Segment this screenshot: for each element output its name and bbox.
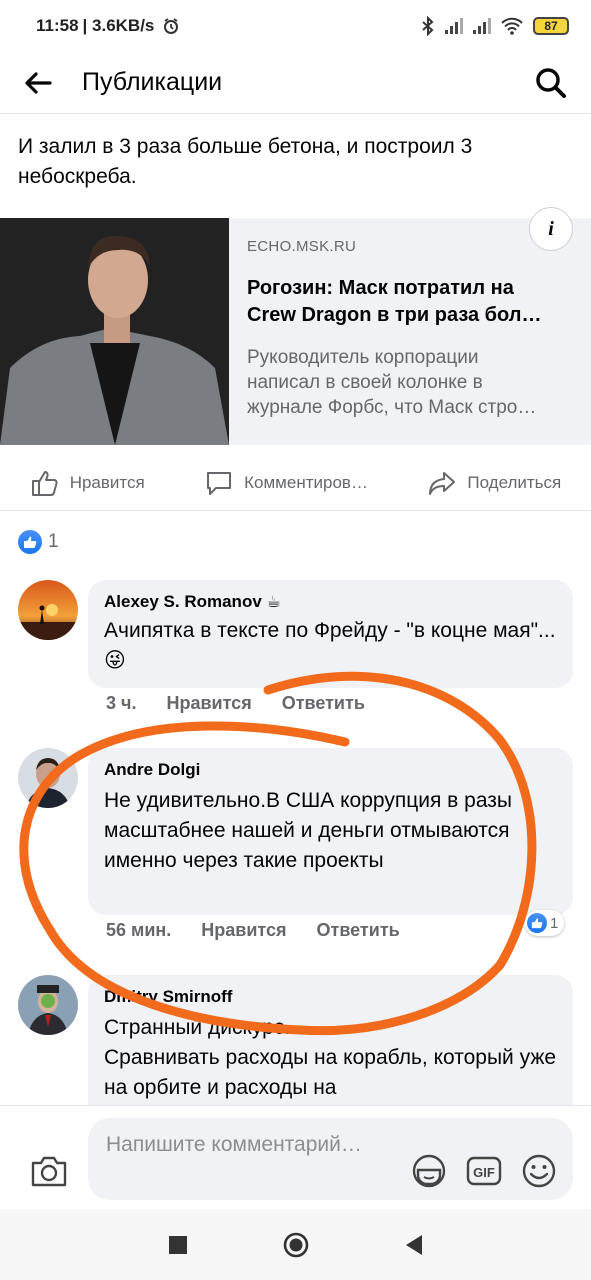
comment-item: Andre Dolgi Не удивительно.В США коррупц…: [18, 748, 573, 948]
link-domain: ECHO.MSK.RU: [247, 238, 357, 255]
like-reaction-icon: [527, 913, 547, 933]
like-button[interactable]: Нравится: [30, 468, 145, 498]
comment-meta: 3 ч. Нравится Ответить: [106, 693, 365, 714]
avatar[interactable]: [18, 748, 78, 808]
search-icon[interactable]: [535, 67, 567, 99]
like-label: Нравится: [69, 472, 145, 492]
comment-bubble[interactable]: Andre Dolgi Не удивительно.В США коррупц…: [88, 748, 573, 915]
comment-reaction-badge[interactable]: 1: [525, 910, 565, 936]
battery-icon: 87: [533, 17, 569, 35]
recents-icon[interactable]: [168, 1235, 188, 1255]
comment-item: Alexey S. Romanov ☕ Ачипятка в тексте по…: [18, 580, 573, 720]
sticker-icon[interactable]: [410, 1152, 448, 1190]
coffee-icon: ☕: [266, 594, 281, 611]
link-thumbnail: [0, 218, 229, 445]
comment-time[interactable]: 56 мин.: [106, 920, 171, 941]
info-button[interactable]: i: [529, 207, 573, 251]
comment-reply-button[interactable]: Ответить: [317, 920, 400, 941]
reaction-count: 1: [48, 531, 59, 552]
app-header: Публикации: [0, 52, 591, 114]
home-icon[interactable]: [283, 1232, 309, 1258]
comment-time[interactable]: 3 ч.: [106, 693, 136, 714]
wifi-icon: [501, 17, 523, 35]
avatar[interactable]: [18, 975, 78, 1035]
comment-composer: Напишите комментарий… GIF: [0, 1105, 591, 1209]
comment-label: Комментиров…: [244, 472, 368, 492]
emoji-icon[interactable]: [520, 1152, 558, 1190]
post-text: И залил в 3 раза больше бетона, и постро…: [18, 135, 473, 188]
link-desc-line2: написал в своей колонке в: [247, 372, 483, 393]
svg-text:GIF: GIF: [473, 1165, 495, 1180]
comment-like-button[interactable]: Нравится: [166, 693, 251, 714]
signal-icon: [445, 18, 463, 34]
back-icon[interactable]: [404, 1234, 424, 1256]
gif-icon[interactable]: GIF: [465, 1152, 503, 1190]
link-preview[interactable]: ECHO.MSK.RU Рогозин: Маск потратил на Cr…: [0, 218, 591, 445]
alarm-icon: [164, 18, 179, 34]
comment-icon: [207, 471, 232, 495]
comment-item: Dmitry Smirnoff Странный дискурс. Сравни…: [18, 975, 573, 1105]
signal-2-icon: [473, 18, 491, 34]
comment-meta: 56 мин. Нравится Ответить: [106, 920, 400, 941]
comment-bubble[interactable]: Dmitry Smirnoff Странный дискурс. Сравни…: [88, 975, 573, 1105]
avatar[interactable]: [18, 580, 78, 640]
status-speed: | 3.6KB/s: [82, 16, 155, 35]
comment-like-button[interactable]: Нравится: [201, 920, 286, 941]
share-icon: [429, 471, 456, 495]
share-button[interactable]: Поделиться: [427, 468, 561, 498]
share-label: Поделиться: [467, 472, 562, 492]
arrow-left-icon[interactable]: [24, 71, 52, 95]
link-desc-line1: Руководитель корпорации: [247, 347, 479, 368]
link-title-line2: Crew Dragon в три раза бол…: [247, 304, 542, 326]
comment-author[interactable]: Dmitry Smirnoff: [104, 987, 557, 1007]
reaction-summary[interactable]: 1: [18, 530, 59, 554]
comment-text-line1: Странный дискурс.: [104, 1016, 291, 1039]
like-reaction-icon: [18, 530, 42, 554]
comment-text: Не удивительно.В США коррупция в разы ма…: [104, 789, 513, 872]
page-title: Публикации: [82, 68, 223, 96]
camera-icon[interactable]: [30, 1154, 68, 1188]
post-actions: Нравится Комментиров… Поделиться: [0, 455, 591, 511]
status-time: 11:58: [36, 16, 79, 35]
comment-button[interactable]: Комментиров…: [204, 468, 368, 498]
thumbs-up-icon: [31, 470, 58, 496]
system-navbar: [0, 1209, 591, 1280]
comment-author[interactable]: Alexey S. Romanov ☕: [104, 592, 557, 612]
link-desc-line3: журнале Форбс, что Маск стро…: [247, 397, 537, 418]
status-bar: 11:58 | 3.6KB/s 87: [0, 0, 591, 52]
comment-reply-button[interactable]: Ответить: [282, 693, 365, 714]
comment-author[interactable]: Andre Dolgi: [104, 760, 557, 780]
bluetooth-icon: [422, 16, 434, 36]
comment-bubble[interactable]: Alexey S. Romanov ☕ Ачипятка в тексте по…: [88, 580, 573, 688]
comment-reaction-count: 1: [550, 914, 559, 932]
link-title-line1: Рогозин: Маск потратил на: [247, 277, 514, 299]
comment-text-line2: Сравнивать расходы на корабль, который у…: [104, 1046, 557, 1099]
comment-text: Ачипятка в тексте по Фрейду - "в коцне м…: [104, 619, 556, 672]
